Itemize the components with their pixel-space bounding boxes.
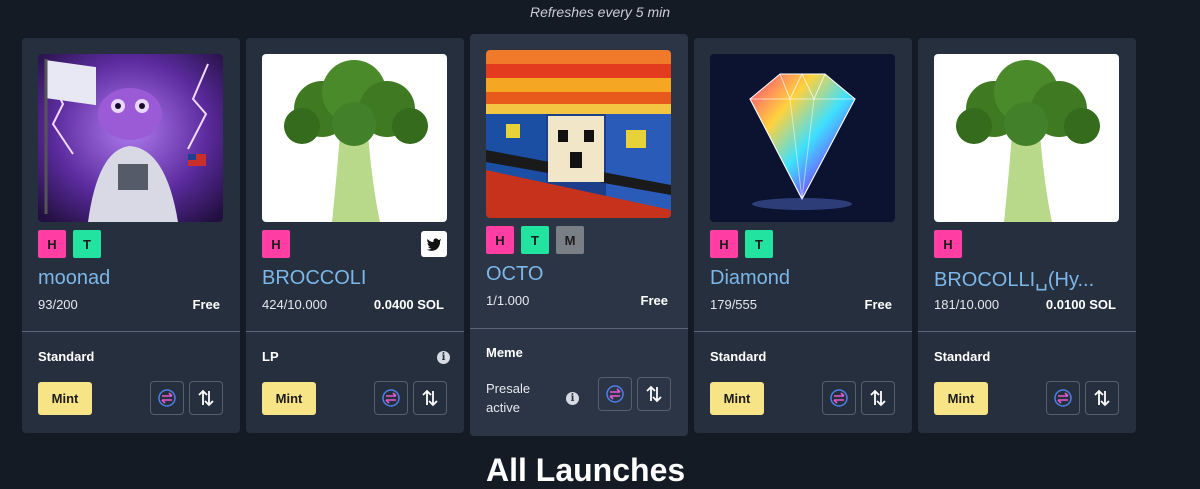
launch-supply: 424/10.000 — [262, 297, 328, 312]
divider — [470, 328, 688, 329]
badge-h: H — [486, 226, 514, 254]
trade-button[interactable] — [861, 381, 895, 415]
launch-supply: 93/200 — [38, 297, 78, 312]
badge-h: H — [710, 230, 738, 258]
launch-supply: 1/1.000 — [486, 293, 530, 308]
launch-card-octo[interactable]: H T M OCTO 1/1.000 Free Meme Presale act… — [470, 34, 688, 436]
trade-arrows-icon — [1094, 389, 1110, 407]
swap-icon — [830, 389, 848, 407]
badge-t: T — [521, 226, 549, 254]
swap-icon — [1054, 389, 1072, 407]
swap-icon — [158, 389, 176, 407]
launch-price: 0.0400 SOL — [373, 297, 444, 312]
swap-button[interactable] — [822, 381, 856, 415]
launch-name[interactable]: BROCCOLI — [262, 267, 452, 290]
launch-card-brocolli-hy[interactable]: H BROCOLLI␣(Hy... 181/10.000 0.0100 SOL … — [918, 38, 1136, 433]
launch-name[interactable]: moonad — [38, 267, 228, 290]
launch-type: LP — [262, 349, 279, 364]
launch-image — [710, 54, 895, 222]
swap-button[interactable] — [150, 381, 184, 415]
launch-supply: 181/10.000 — [934, 297, 1000, 312]
divider — [246, 331, 464, 332]
launch-supply: 179/555 — [710, 297, 757, 312]
launch-name[interactable]: Diamond — [710, 267, 900, 290]
trade-arrows-icon — [646, 385, 662, 403]
trade-arrows-icon — [198, 389, 214, 407]
launch-image — [38, 54, 223, 222]
launch-name[interactable]: OCTO — [486, 263, 676, 286]
launch-card-diamond[interactable]: H T Diamond 179/555 Free Standard Mint — [694, 38, 912, 433]
badge-row: H T M — [486, 226, 584, 254]
swap-button[interactable] — [374, 381, 408, 415]
mint-button[interactable]: Mint — [934, 382, 988, 415]
launch-price: Free — [640, 293, 668, 308]
divider — [918, 331, 1136, 332]
badge-row: H T — [38, 230, 101, 258]
section-heading: All Launches — [486, 452, 686, 488]
launch-card-moonad[interactable]: H T moonad 93/200 Free Standard Mint — [22, 38, 240, 433]
badge-h: H — [934, 230, 962, 258]
divider — [694, 331, 912, 332]
badge-row: H T — [710, 230, 773, 258]
launch-type: Meme — [486, 345, 523, 360]
badge-t: T — [73, 230, 101, 258]
launch-price: Free — [192, 297, 220, 312]
badge-row: H — [934, 230, 962, 258]
mint-button[interactable]: Mint — [38, 382, 92, 415]
twitter-button[interactable] — [421, 231, 447, 257]
launch-image — [262, 54, 447, 222]
swap-button[interactable] — [1046, 381, 1080, 415]
divider — [22, 331, 240, 332]
badge-m: M — [556, 226, 584, 254]
launch-image — [934, 54, 1119, 222]
launch-type: Standard — [710, 349, 767, 364]
trade-button[interactable] — [189, 381, 223, 415]
presale-status: Presale active — [486, 381, 531, 415]
launch-card-broccoli[interactable]: H BROCCOLI 424/10.000 0.0400 SOL LP i Mi… — [246, 38, 464, 433]
swap-icon — [606, 385, 624, 403]
launch-price: Free — [864, 297, 892, 312]
info-icon[interactable]: i — [437, 351, 450, 364]
launch-type: Standard — [934, 349, 991, 364]
badge-h: H — [262, 230, 290, 258]
twitter-icon — [426, 238, 441, 251]
trade-arrows-icon — [422, 389, 438, 407]
mint-button[interactable]: Mint — [262, 382, 316, 415]
trade-arrows-icon — [870, 389, 886, 407]
launch-image — [486, 50, 671, 218]
badge-row: H — [262, 230, 290, 258]
launch-price: 0.0100 SOL — [1045, 297, 1116, 312]
swap-button[interactable] — [598, 377, 632, 411]
trade-button[interactable] — [413, 381, 447, 415]
trade-button[interactable] — [1085, 381, 1119, 415]
badge-t: T — [745, 230, 773, 258]
mint-button[interactable]: Mint — [710, 382, 764, 415]
swap-icon — [382, 389, 400, 407]
badge-h: H — [38, 230, 66, 258]
info-icon[interactable]: i — [566, 392, 579, 405]
trade-button[interactable] — [637, 377, 671, 411]
launch-name[interactable]: BROCOLLI␣(Hy... — [934, 267, 1124, 292]
refresh-note: Refreshes every 5 min — [529, 4, 671, 20]
launch-type: Standard — [38, 349, 95, 364]
